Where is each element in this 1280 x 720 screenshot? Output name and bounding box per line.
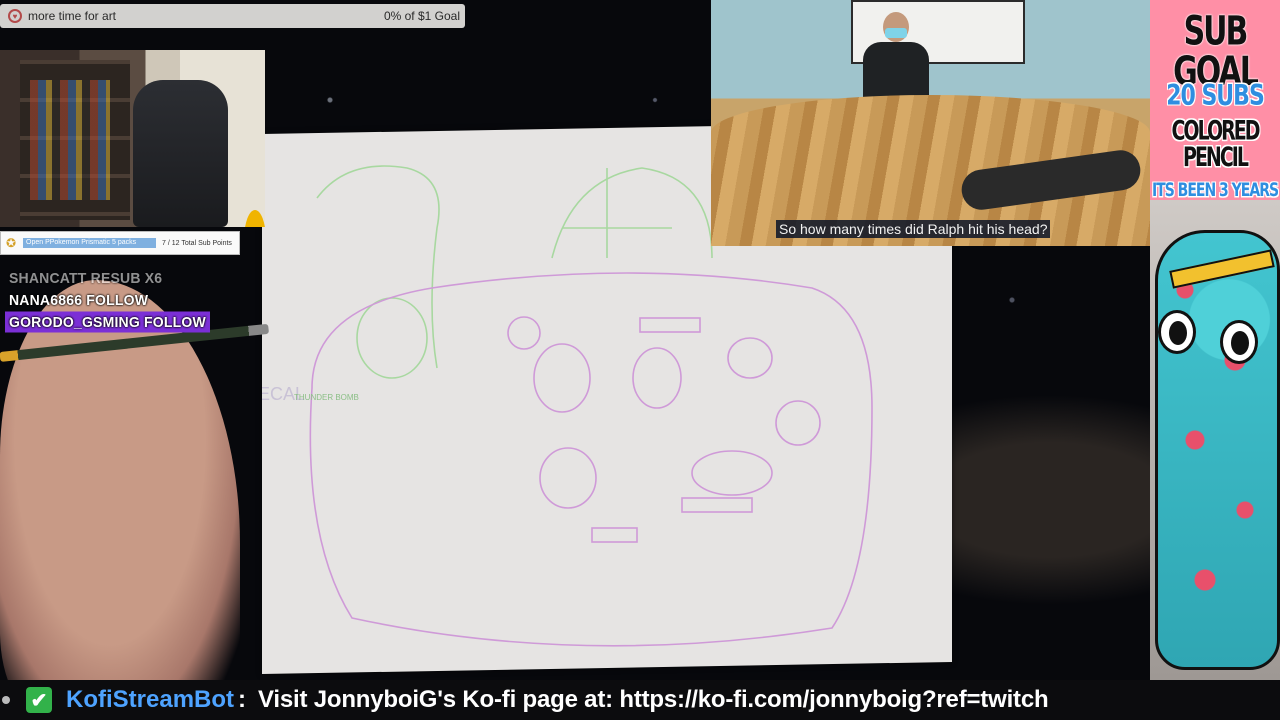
- kofi-cup-icon: ♥: [8, 9, 22, 23]
- sketch-character-1: [533, 343, 591, 413]
- sub-goal-years: ITS BEEN 3 YEARS: [1151, 180, 1279, 202]
- event-item: SHANCATT RESUB X6: [5, 268, 166, 289]
- video-caption: So how many times did Ralph hit his head…: [776, 220, 1051, 238]
- sketch-character-4: [775, 400, 821, 446]
- event-user: GORODO_GSMING: [9, 313, 140, 331]
- person-body: [863, 42, 929, 102]
- goal-title: more time for art: [28, 9, 117, 23]
- goal-amount: 0% of $1 Goal: [383, 9, 460, 23]
- chat-message: Visit JonnyboiG's Ko-fi page at: https:/…: [258, 686, 1049, 713]
- sketch-character-3: [727, 337, 773, 379]
- webcam-feed: [0, 50, 265, 227]
- sketch-door: [551, 167, 713, 259]
- sketch-tree-left: [316, 165, 440, 369]
- sub-goal-reward: COLORED PENCIL: [1171, 115, 1260, 173]
- event-action: FOLLOW: [86, 291, 149, 309]
- monster-eye-left: [1158, 310, 1196, 354]
- sub-points-task: Open PPokemon Prismatic 5 packs: [23, 238, 156, 248]
- star-badge-icon: ✪: [5, 236, 17, 250]
- kofi-goal-bar: ♥ more time for art 0% of $1 Goal: [0, 4, 465, 28]
- chat-dot: [2, 696, 10, 704]
- sub-points-widget: ✪ Open PPokemon Prismatic 5 packs 7 / 12…: [0, 231, 240, 255]
- event-user: NANA6866: [9, 291, 83, 309]
- sketch-character-6: [691, 450, 773, 496]
- sketch-frame: [309, 272, 873, 647]
- sub-goal-count: 20 SUBS: [1166, 80, 1265, 113]
- sketch-box-3: [591, 527, 638, 543]
- chat-separator: :: [238, 686, 247, 713]
- sub-goal-panel: SUB GOAL 20 SUBS COLORED PENCIL ITS BEEN…: [1150, 0, 1280, 200]
- sketch-character-2: [632, 347, 682, 409]
- gaming-chair: [133, 80, 228, 227]
- sketch-box-1: [639, 317, 701, 333]
- sketch-figure-green: [356, 297, 428, 379]
- check-badge-icon: ✔: [26, 687, 52, 713]
- artwork-panel: [1150, 200, 1280, 680]
- sketch-balloon: [507, 316, 541, 350]
- face-mask: [885, 28, 907, 38]
- event-item: NANA6866 FOLLOW: [5, 290, 152, 311]
- monster-eye-right: [1220, 320, 1258, 364]
- event-user: SHANCATT: [9, 269, 87, 287]
- sketch-character-5: [539, 447, 597, 509]
- masked-person: [861, 12, 931, 102]
- event-item: GORODO_GSMING FOLLOW: [5, 311, 210, 333]
- chat-username: KofiStreamBot: [66, 686, 235, 713]
- sub-points-progress: 7 / 12 Total Sub Points: [162, 239, 232, 247]
- video-overlay: So how many times did Ralph hit his head…: [711, 0, 1150, 246]
- event-action: RESUB X6: [90, 269, 163, 287]
- sketch-box-2: [681, 497, 753, 513]
- event-action: FOLLOW: [144, 313, 206, 331]
- chat-ticker: ✔ KofiStreamBot : Visit JonnyboiG's Ko-f…: [0, 680, 1280, 720]
- event-feed: SHANCATT RESUB X6 NANA6866 FOLLOW GORODO…: [5, 268, 210, 334]
- sketch-door-window: [562, 168, 672, 258]
- sketch-label-thunder: THUNDER BOMB: [294, 393, 359, 402]
- bookshelf: [20, 60, 130, 220]
